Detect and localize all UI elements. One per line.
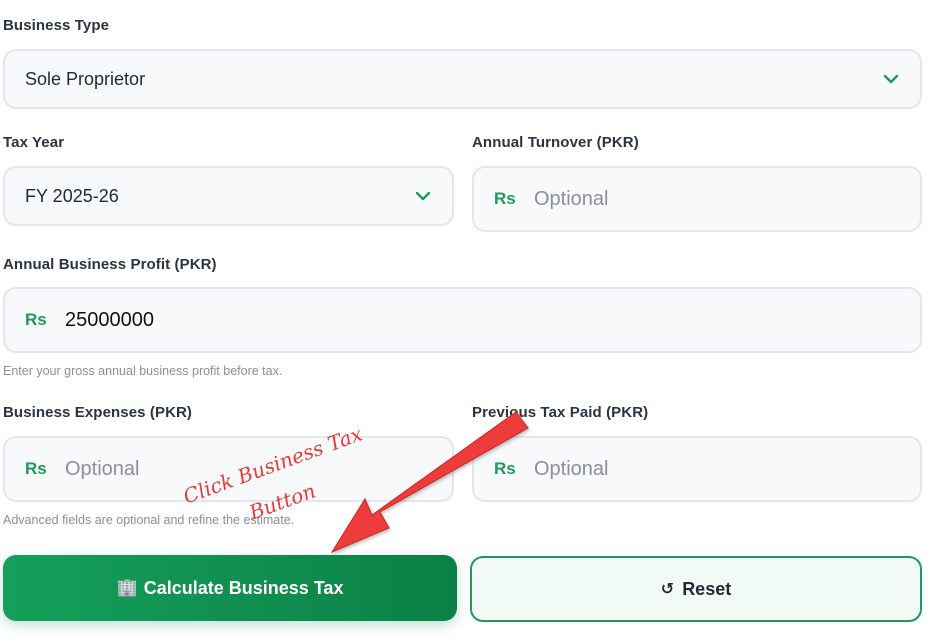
reset-button-label: Reset [682,578,732,599]
business-type-label: Business Type [3,17,110,34]
business-type-value: Sole Proprietor [25,68,146,89]
annual-profit-label: Annual Business Profit (PKR) [3,256,217,273]
annual-profit-field: Rs [3,287,922,353]
calculate-business-tax-button[interactable]: 🏢 Calculate Business Tax [3,555,457,621]
previous-tax-paid-input[interactable] [534,457,900,481]
previous-tax-paid-field: Rs [472,436,922,502]
business-expenses-field: Rs [3,436,454,502]
annual-turnover-field: Rs [472,166,922,232]
annual-profit-input[interactable] [65,308,900,332]
previous-tax-paid-label: Previous Tax Paid (PKR) [472,404,649,421]
annual-turnover-input[interactable] [534,187,900,211]
office-building-icon: 🏢 [116,578,138,597]
calculate-button-label: Calculate Business Tax [143,577,344,598]
advanced-fields-hint: Advanced fields are optional and refine … [3,513,295,527]
chevron-down-icon [414,187,432,205]
tax-year-label: Tax Year [3,134,65,151]
reset-icon: ↺ [660,581,675,598]
rupee-prefix: Rs [25,310,47,329]
tax-year-value: FY 2025-26 [25,185,119,206]
annual-turnover-label: Annual Turnover (PKR) [472,134,639,151]
business-expenses-input[interactable] [65,457,432,481]
tax-year-select[interactable]: FY 2025-26 [3,166,454,226]
rupee-prefix: Rs [25,459,47,478]
business-expenses-label: Business Expenses (PKR) [3,404,193,421]
rupee-prefix: Rs [494,189,516,208]
business-tax-form: Business Type Sole Proprietor Tax Year F… [0,0,937,639]
reset-button[interactable]: ↺ Reset [470,556,922,622]
business-type-select[interactable]: Sole Proprietor [3,49,922,109]
annual-profit-hint: Enter your gross annual business profit … [3,364,283,378]
rupee-prefix: Rs [494,459,516,478]
chevron-down-icon [882,70,900,88]
